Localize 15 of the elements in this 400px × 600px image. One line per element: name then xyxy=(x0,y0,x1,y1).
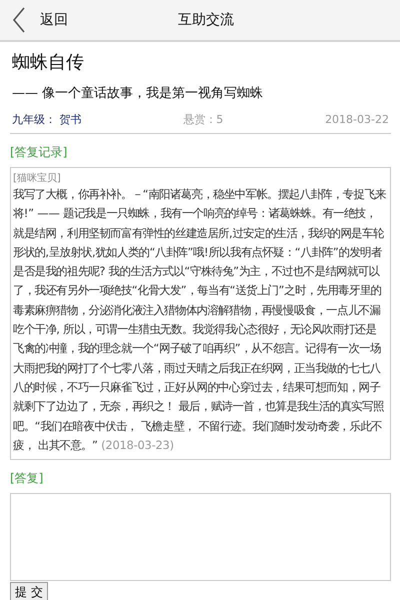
back-button[interactable]: 返回 xyxy=(0,7,68,33)
submit-button[interactable]: 提 交 xyxy=(10,582,48,600)
answers-heading: [答复记录] xyxy=(10,144,68,161)
back-label: 返回 xyxy=(40,11,68,29)
reply-heading: [答复] xyxy=(10,470,44,488)
answer-author: [猫咪宝贝] xyxy=(13,172,62,185)
question-title: 蜘蛛自传 xyxy=(12,51,85,74)
question-date: 2018-03-22 xyxy=(325,113,389,126)
back-icon xyxy=(12,7,26,33)
grade-author: 九年级： 贺书 xyxy=(12,112,82,127)
question-subtitle: —— 像一个童话故事，我是第一视角写蜘蛛 xyxy=(12,85,264,102)
reply-field[interactable] xyxy=(10,493,391,582)
page-title: 互助交流 xyxy=(178,11,234,29)
answer-text: 我写了大概，你再补补。－“南阳诸葛亮，稳坐中军帐。摆起八卦阵，专捉飞来将!” —— 题记我是一只蜘蛛，我有一个响亮的绰号：诸葛蛛蛛。有一绝技，就是结网，利用坚韧而富有弹性的丝建造居所,过安定的生活，我织的网是车轮形状的,呈放射状,犹如人类的“八卦阵”哦!所以我有点怀疑：“八卦阵”的发明者是否是我的祖先呢? 我的生活方式以“守株待兔”为主，不过也不是结网就可以了，我还有另外一项绝技“化骨大发”，每当有“送货上门”之时，先用毒牙里的毒素麻痹猎物，分泌消化液注入猎物体内溶解猎物，再慢慢吸食，一点儿不漏吃个干净, 所以，可谓一生猎虫无数。我觉得我心态很好，无论风吹雨打还是飞禽的冲撞，我的理念就一个“网子破了咱再织”，从不怨言。记得有一次一场大雨把我的网打了个七零八落，雨过天晴之后我正在织网，正当我做的七七八八的时候，不巧一只麻雀飞过，正好从网的中心穿过去，结果可想而知，网子就剩下了边边了，无奈，再织之！ 最后，赋诗一首，也算是我生活的真实写照吧。“我们在暗夜中伏击， 飞檐走壁， 不留行迹。我们随时发动奇袭，乐此不疲， 出其不意。” (2018-03-23) xyxy=(13,186,387,454)
reward-label: 悬赏：5 xyxy=(183,112,224,127)
